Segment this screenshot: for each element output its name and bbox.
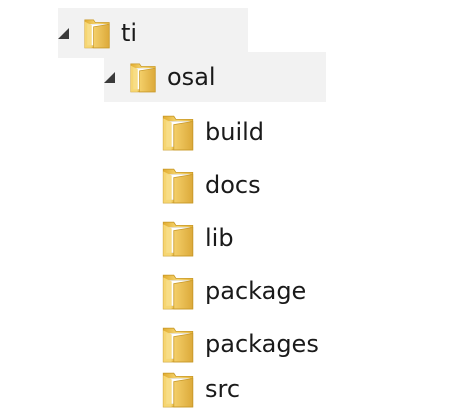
folder-icon	[161, 112, 195, 152]
folder-icon	[161, 271, 195, 311]
tree-item-lib[interactable]: lib	[161, 213, 301, 263]
tree-item-osal[interactable]: osal	[104, 52, 326, 102]
tree-item-ti[interactable]: ti	[58, 8, 248, 58]
tree-item-label: packages	[205, 330, 319, 358]
tree-item-docs[interactable]: docs	[161, 160, 301, 210]
tree-item-label: build	[205, 118, 265, 146]
expander-expanded-icon[interactable]	[58, 27, 69, 39]
expander-expanded-icon[interactable]	[104, 71, 115, 83]
tree-item-build[interactable]: build	[161, 107, 301, 157]
folder-icon	[161, 218, 195, 258]
tree-item-label: src	[205, 375, 241, 403]
tree-item-src[interactable]: src	[161, 364, 301, 414]
tree-item-label: docs	[205, 171, 261, 199]
tree-item-label: package	[205, 277, 307, 305]
tree-item-package[interactable]: package	[161, 266, 341, 316]
folder-icon	[161, 369, 195, 409]
tree-item-label: ti	[121, 19, 138, 47]
folder-icon	[83, 16, 111, 50]
folder-icon	[161, 165, 195, 205]
tree-item-label: osal	[167, 63, 216, 91]
tree-item-packages[interactable]: packages	[161, 319, 351, 369]
folder-icon	[161, 324, 195, 364]
folder-icon	[129, 60, 157, 94]
tree-item-label: lib	[205, 224, 234, 252]
